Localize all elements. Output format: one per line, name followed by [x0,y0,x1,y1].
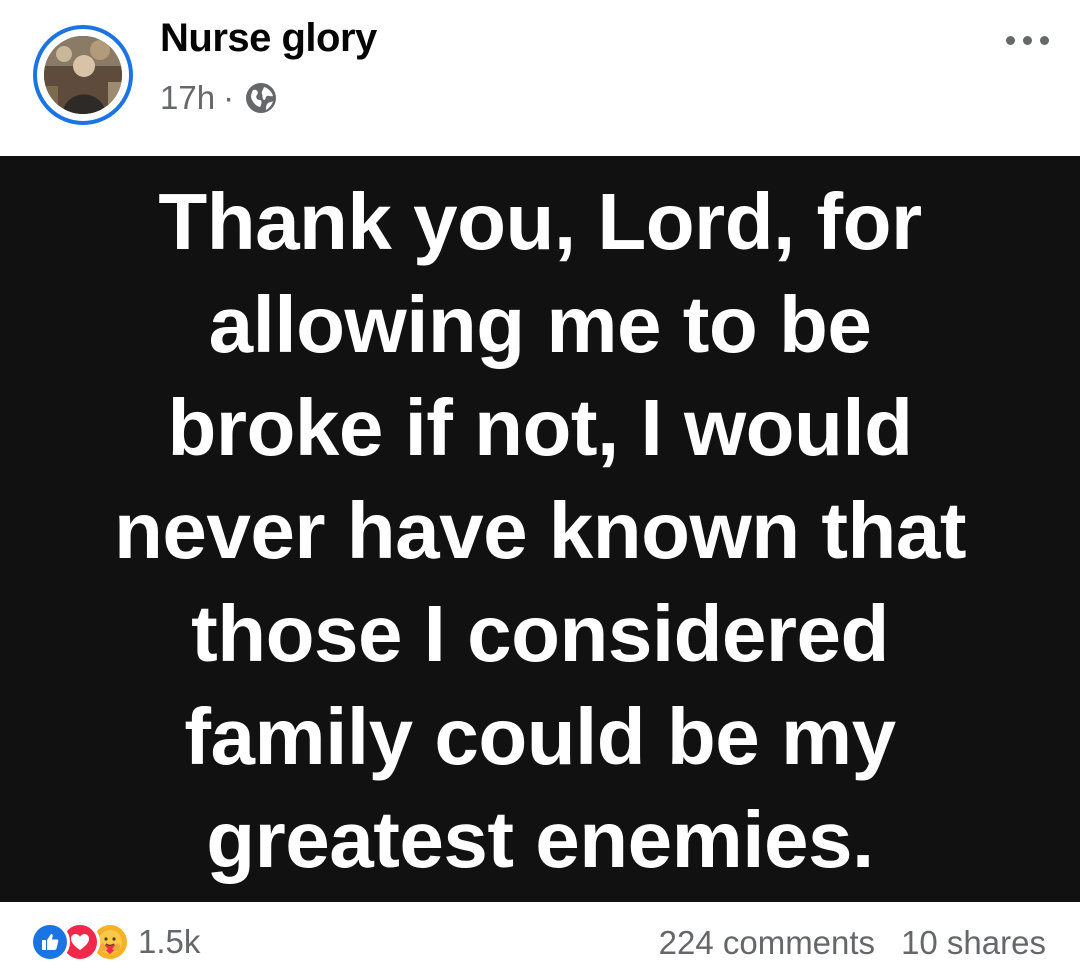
globe-icon[interactable] [244,81,278,115]
post-image-text: Thank you, Lord, for allowing me to be b… [40,168,1040,891]
post-footer: 1.5k 224 comments 10 shares [0,902,1080,970]
reaction-count: 1.5k [138,923,201,960]
author-avatar[interactable] [33,25,133,125]
more-options-button[interactable] [992,22,1062,58]
image-text-line: never have known that [114,485,966,575]
facebook-post: Nurse glory 17h · Thank you, Lord, for a… [0,0,1080,970]
avatar-image [44,36,122,114]
image-text-line: those I considered [191,588,889,678]
image-text-line: Thank you, Lord, for [158,176,922,266]
post-header: Nurse glory 17h · [0,0,1080,156]
reaction-icons [30,922,130,962]
like-icon [30,922,70,962]
image-text-line: allowing me to be [208,279,872,369]
image-text-line: greatest enemies. [206,794,874,884]
post-meta: 17h · [160,78,278,118]
image-text-line: family could be my [184,691,896,781]
meta-separator: · [223,79,235,116]
comments-count[interactable]: 224 comments [659,924,875,962]
engagement-stats: 224 comments 10 shares [659,924,1046,962]
more-horizontal-icon [1005,35,1049,45]
profile-photo [44,36,122,114]
post-image[interactable]: Thank you, Lord, for allowing me to be b… [0,156,1080,902]
author-name[interactable]: Nurse glory [160,16,377,61]
reactions-summary[interactable]: 1.5k [30,922,200,962]
post-time[interactable]: 17h [160,79,215,117]
shares-count[interactable]: 10 shares [901,924,1046,962]
image-text-line: broke if not, I would [167,382,913,472]
